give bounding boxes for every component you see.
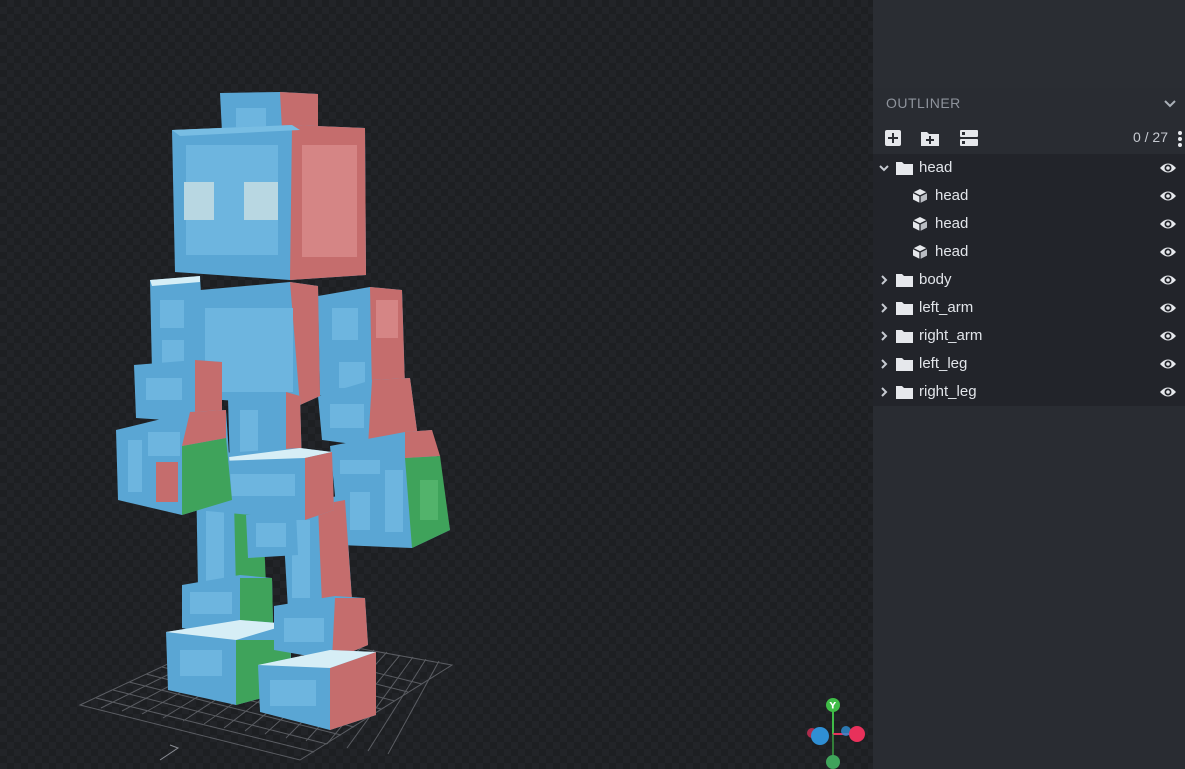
outliner-group-head[interactable]: head: [873, 154, 1185, 182]
folder-icon: [896, 358, 913, 371]
outliner-item-label: right_arm: [919, 327, 983, 344]
visibility-eye-icon[interactable]: [1159, 328, 1177, 344]
outliner-group-right-leg[interactable]: right_leg: [873, 378, 1185, 406]
model-scene[interactable]: [0, 0, 873, 769]
cube-icon: [912, 245, 928, 259]
chevron-right-icon[interactable]: [878, 386, 890, 398]
folder-icon: [896, 330, 913, 343]
outliner-item-label: head: [935, 215, 969, 232]
outliner-item-label: head: [935, 243, 969, 260]
visibility-eye-icon[interactable]: [1159, 384, 1177, 400]
selection-count: 0 / 27: [1132, 129, 1168, 145]
outliner-toolbar: 0 / 27: [873, 122, 1185, 154]
visibility-eye-icon[interactable]: [1159, 160, 1177, 176]
chevron-right-icon[interactable]: [878, 358, 890, 370]
visibility-eye-icon[interactable]: [1159, 216, 1177, 232]
outliner-cube-head[interactable]: head: [873, 210, 1185, 238]
outliner-tree: head head head head body left_arm right_…: [873, 154, 1185, 406]
visibility-eye-icon[interactable]: [1159, 244, 1177, 260]
outliner-title: OUTLINER: [886, 95, 961, 111]
cube-icon: [912, 189, 928, 203]
y-axis-label: Y: [829, 702, 837, 712]
outliner-group-right-arm[interactable]: right_arm: [873, 322, 1185, 350]
more-options-icon[interactable]: [1177, 130, 1183, 148]
outliner-item-label: left_arm: [919, 299, 974, 316]
panel-empty-area: [873, 0, 1185, 88]
outliner-header[interactable]: OUTLINER: [873, 88, 1185, 120]
outliner-group-left-arm[interactable]: left_arm: [873, 294, 1185, 322]
outliner-cube-head[interactable]: head: [873, 182, 1185, 210]
folder-icon: [896, 162, 913, 175]
chevron-down-icon[interactable]: [1163, 97, 1177, 111]
toggle-options-icon[interactable]: [958, 128, 980, 148]
outliner-panel: OUTLINER 0 / 27 head head head head body…: [873, 0, 1185, 769]
outliner-item-label: body: [919, 271, 952, 288]
outliner-item-label: head: [919, 159, 953, 176]
outliner-group-body[interactable]: body: [873, 266, 1185, 294]
chevron-right-icon[interactable]: [878, 274, 890, 286]
visibility-eye-icon[interactable]: [1159, 300, 1177, 316]
cube-icon: [912, 217, 928, 231]
3d-viewport[interactable]: Y: [0, 0, 873, 769]
add-group-icon[interactable]: [919, 128, 941, 148]
visibility-eye-icon[interactable]: [1159, 188, 1177, 204]
outliner-cube-head[interactable]: head: [873, 238, 1185, 266]
neg-z-handle: [811, 727, 829, 745]
folder-icon: [896, 274, 913, 287]
folder-icon: [896, 302, 913, 315]
folder-icon: [896, 386, 913, 399]
chevron-right-icon[interactable]: [878, 330, 890, 342]
outliner-item-label: right_leg: [919, 383, 977, 400]
x-axis-handle: [849, 726, 865, 742]
grid-origin-marker: [159, 744, 180, 761]
axis-gizmo[interactable]: Y: [800, 694, 870, 769]
neg-y-handle: [826, 755, 840, 769]
visibility-eye-icon[interactable]: [1159, 272, 1177, 288]
outliner-item-label: head: [935, 187, 969, 204]
visibility-eye-icon[interactable]: [1159, 356, 1177, 372]
head[interactable]: [172, 92, 366, 280]
chevron-down-icon[interactable]: [878, 162, 890, 174]
outliner-group-left-leg[interactable]: left_leg: [873, 350, 1185, 378]
chevron-right-icon[interactable]: [878, 302, 890, 314]
outliner-item-label: left_leg: [919, 355, 968, 372]
add-cube-icon[interactable]: [883, 128, 905, 148]
